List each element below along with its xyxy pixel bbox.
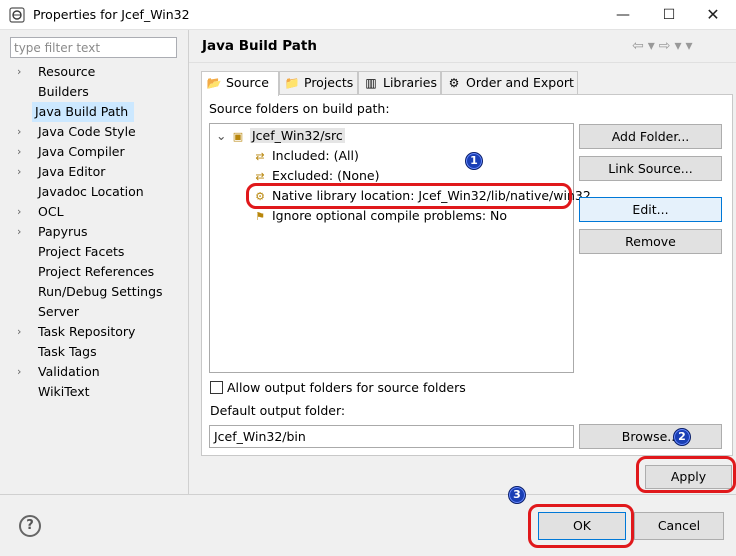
tree-item-label: Java Build Path [32,102,135,122]
add-folder-button[interactable]: Add Folder... [579,124,722,149]
source-folder-tree[interactable]: ⌄ ▣ Jcef_Win32/src ⇄ Included: (All) ⇄ Exclu… [209,123,591,373]
tree-row-label: Native library location: Jcef_Win32/lib/… [272,188,591,203]
tree-row-excluded[interactable]: ⇄ Excluded: (None) [252,166,379,185]
default-output-folder-field[interactable]: Jcef_Win32/bin [209,425,574,448]
maximize-button[interactable]: ☐ [646,0,692,30]
tab-libraries[interactable]: ▥ Libraries [358,71,441,95]
checkbox-box[interactable] [210,381,223,394]
tree-item-label: Project Facets [38,244,125,259]
edit-button[interactable]: Edit... [579,197,722,222]
apply-button[interactable]: Apply [645,465,732,489]
tree-item-label: Javadoc Location [38,184,144,199]
tab-source[interactable]: 📂 Source [201,71,279,96]
link-source-button[interactable]: Link Source... [579,156,722,181]
projects-icon: 📁 [284,76,300,90]
tree-item-label: WikiText [38,384,90,399]
tree-item-label: Server [38,304,79,319]
filter-input[interactable] [10,37,177,58]
libraries-icon: ▥ [365,76,377,90]
eclipse-app-icon [9,7,25,23]
tree-item-label: OCL [38,204,64,219]
tree-row-included[interactable]: ⇄ Included: (All) [252,146,359,165]
order-export-icon: ⚙ [448,76,460,90]
footer-divider [0,494,736,495]
tab-label: Libraries [383,75,437,90]
help-icon[interactable]: ? [19,515,41,537]
tab-order-and-export[interactable]: ⚙ Order and Export [441,71,578,95]
expand-arrow-icon[interactable]: › [17,202,27,222]
ok-button[interactable]: OK [538,512,626,540]
expand-arrow-icon[interactable]: › [17,142,27,162]
tab-label: Projects [304,75,354,90]
expand-arrow-icon[interactable]: › [17,122,27,142]
expand-arrow-icon[interactable]: › [17,322,27,342]
browse-button[interactable]: Browse... [579,424,722,449]
expand-arrow-icon[interactable]: › [17,362,27,382]
source-folders-label: Source folders on build path: [209,101,390,116]
header-divider [189,62,736,63]
filter-icon: ⇄ [255,150,265,163]
native-library-icon: ⚙ [255,190,265,203]
allow-output-folders-checkbox[interactable]: Allow output folders for source folders [210,380,466,395]
tree-item-label: Papyrus [38,224,88,239]
tree-item-label: Validation [38,364,100,379]
tree-row-label: Included: (All) [272,148,359,163]
tree-item-label: Task Tags [38,344,97,359]
remove-button[interactable]: Remove [579,229,722,254]
page-title: Java Build Path [202,38,317,54]
tab-label: Source [226,75,269,90]
warning-settings-icon: ⚑ [255,210,265,223]
expand-arrow-icon[interactable]: › [17,222,27,242]
package-folder-icon: ▣ [232,130,244,143]
tree-item-label: Task Repository [38,324,136,339]
tree-row-src-root[interactable]: ⌄ ▣ Jcef_Win32/src [216,126,345,145]
tab-label: Order and Export [466,75,574,90]
step-3-badge: 3 [508,486,526,504]
tree-row-label: Jcef_Win32/src [250,128,345,143]
tree-item-label: Java Code Style [38,124,136,139]
tree-row-label: Ignore optional compile problems: No [272,208,508,223]
tree-item-label: Project References [38,264,155,279]
tree-item-label: Builders [38,84,89,99]
tree-item-label: Java Compiler [38,144,125,159]
tab-projects[interactable]: 📁 Projects [279,71,358,95]
filter-icon: ⇄ [255,170,265,183]
tree-item-label: Run/Debug Settings [38,284,163,299]
expand-chevron-icon[interactable]: ⌄ [216,126,230,145]
vertical-divider [188,30,189,494]
source-folder-icon: 📂 [206,76,222,90]
checkbox-label: Allow output folders for source folders [227,380,466,395]
tree-row-ignore-optional[interactable]: ⚑ Ignore optional compile problems: No [252,206,507,225]
step-2-badge: 2 [673,428,691,446]
tree-row-native-library[interactable]: ⚙ Native library location: Jcef_Win32/lib… [252,186,591,205]
tree-item-label: Resource [38,64,96,79]
default-output-folder-label: Default output folder: [210,403,346,418]
window-title: Properties for Jcef_Win32 [33,7,190,22]
close-button[interactable]: ✕ [690,0,736,30]
tree-row-label: Excluded: (None) [272,168,380,183]
expand-arrow-icon[interactable]: › [17,162,27,182]
step-1-badge: 1 [465,152,483,170]
cancel-button[interactable]: Cancel [634,512,724,540]
tree-item-label: Java Editor [38,164,106,179]
history-nav-icons[interactable]: ⇦▾⇨▾▾ [632,38,697,54]
title-bar: Properties for Jcef_Win32 — ☐ ✕ [0,0,736,30]
expand-arrow-icon[interactable]: › [17,62,27,82]
minimize-button[interactable]: — [600,0,646,30]
